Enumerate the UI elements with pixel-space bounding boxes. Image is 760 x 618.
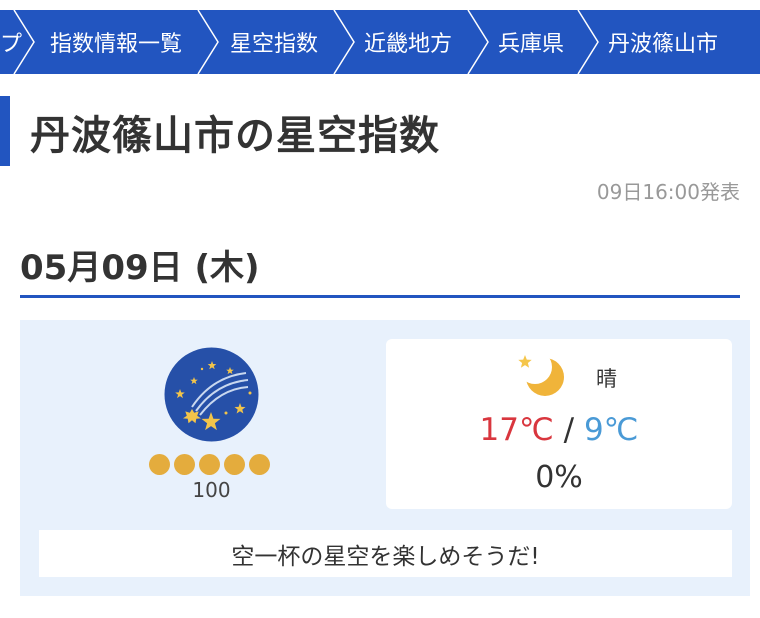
moon-star-icon — [513, 349, 567, 399]
chevron-right-icon — [332, 10, 358, 74]
rating-dot — [249, 454, 270, 475]
temp-high: 17℃ — [479, 412, 554, 448]
breadcrumb: プ 指数情報一覧 星空指数 近畿地方 兵庫県 丹波篠山市 — [0, 10, 760, 74]
title-accent-bar — [0, 96, 10, 166]
starry-sky-icon — [164, 347, 259, 442]
temperature: 17℃ / 9℃ — [386, 412, 732, 448]
breadcrumb-item-index-list[interactable]: 指数情報一覧 — [50, 10, 182, 74]
divider — [20, 295, 740, 298]
breadcrumb-item-current: 丹波篠山市 — [608, 32, 719, 57]
breadcrumb-item-kinki[interactable]: 近畿地方 — [364, 10, 452, 74]
rating-dot — [174, 454, 195, 475]
page-title: 丹波篠山市の星空指数 — [30, 113, 440, 159]
temp-low: 9℃ — [583, 412, 639, 448]
chevron-right-icon — [196, 10, 222, 74]
weather-box: 晴 17℃ / 9℃ 0% — [386, 339, 732, 509]
chevron-right-icon — [12, 10, 38, 74]
rating-dot — [149, 454, 170, 475]
breadcrumb-item-starry-sky[interactable]: 星空指数 — [230, 10, 318, 74]
rating-dot — [199, 454, 220, 475]
chevron-right-icon — [576, 10, 602, 74]
rating-dot — [224, 454, 245, 475]
forecast-date: 05月09日 (木) — [20, 248, 260, 288]
forecast-comment: 空一杯の星空を楽しめそうだ! — [39, 530, 732, 577]
forecast-card: 100 晴 17℃ / 9℃ 0% 空一杯の星空を楽しめそうだ! — [20, 320, 750, 596]
breadcrumb-item-hyogo[interactable]: 兵庫県 — [498, 10, 564, 74]
chevron-right-icon — [466, 10, 492, 74]
star-rating — [149, 454, 270, 475]
weather-label: 晴 — [596, 367, 617, 391]
index-score: 100 — [192, 478, 231, 502]
precipitation-chance: 0% — [535, 460, 583, 495]
issued-time: 09日16:00発表 — [596, 180, 740, 204]
temp-separator: / — [563, 412, 575, 448]
